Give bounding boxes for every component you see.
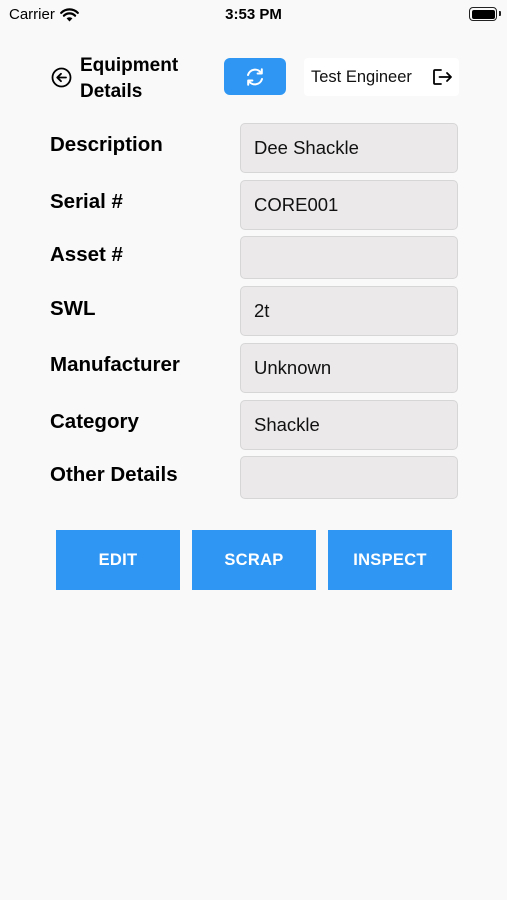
serial-label: Serial # [50,190,123,213]
user-panel: Test Engineer [304,58,459,96]
other-details-field[interactable] [240,456,458,499]
manufacturer-field[interactable]: Unknown [240,343,458,393]
user-name: Test Engineer [311,67,412,86]
page-title: Equipment Details [80,55,179,102]
category-label: Category [50,410,139,433]
asset-field[interactable] [240,236,458,279]
carrier-indicator: Carrier [9,6,79,23]
battery-tip [499,11,501,16]
asset-label: Asset # [50,243,123,266]
battery-icon [469,7,497,21]
scrap-button[interactable]: SCRAP [192,530,316,590]
status-bar: Carrier 3:53 PM [0,0,507,30]
description-label: Description [50,133,163,156]
refresh-button[interactable] [224,58,286,95]
inspect-button[interactable]: INSPECT [328,530,452,590]
edit-button[interactable]: EDIT [56,530,180,590]
swl-label: SWL [50,297,96,320]
manufacturer-label: Manufacturer [50,353,180,376]
carrier-label: Carrier [9,6,55,23]
category-field[interactable]: Shackle [240,400,458,450]
swl-field[interactable]: 2t [240,286,458,336]
equipment-details-screen: Carrier 3:53 PM Equipment Details Test E… [0,0,507,900]
wifi-icon [59,7,79,21]
refresh-icon [247,67,263,86]
logout-icon [432,69,452,85]
other-details-label: Other Details [50,463,178,486]
logout-button[interactable] [431,67,453,87]
description-field[interactable]: Dee Shackle [240,123,458,173]
back-button[interactable] [50,66,72,88]
back-arrow-icon [51,67,71,87]
serial-field[interactable]: CORE001 [240,180,458,230]
